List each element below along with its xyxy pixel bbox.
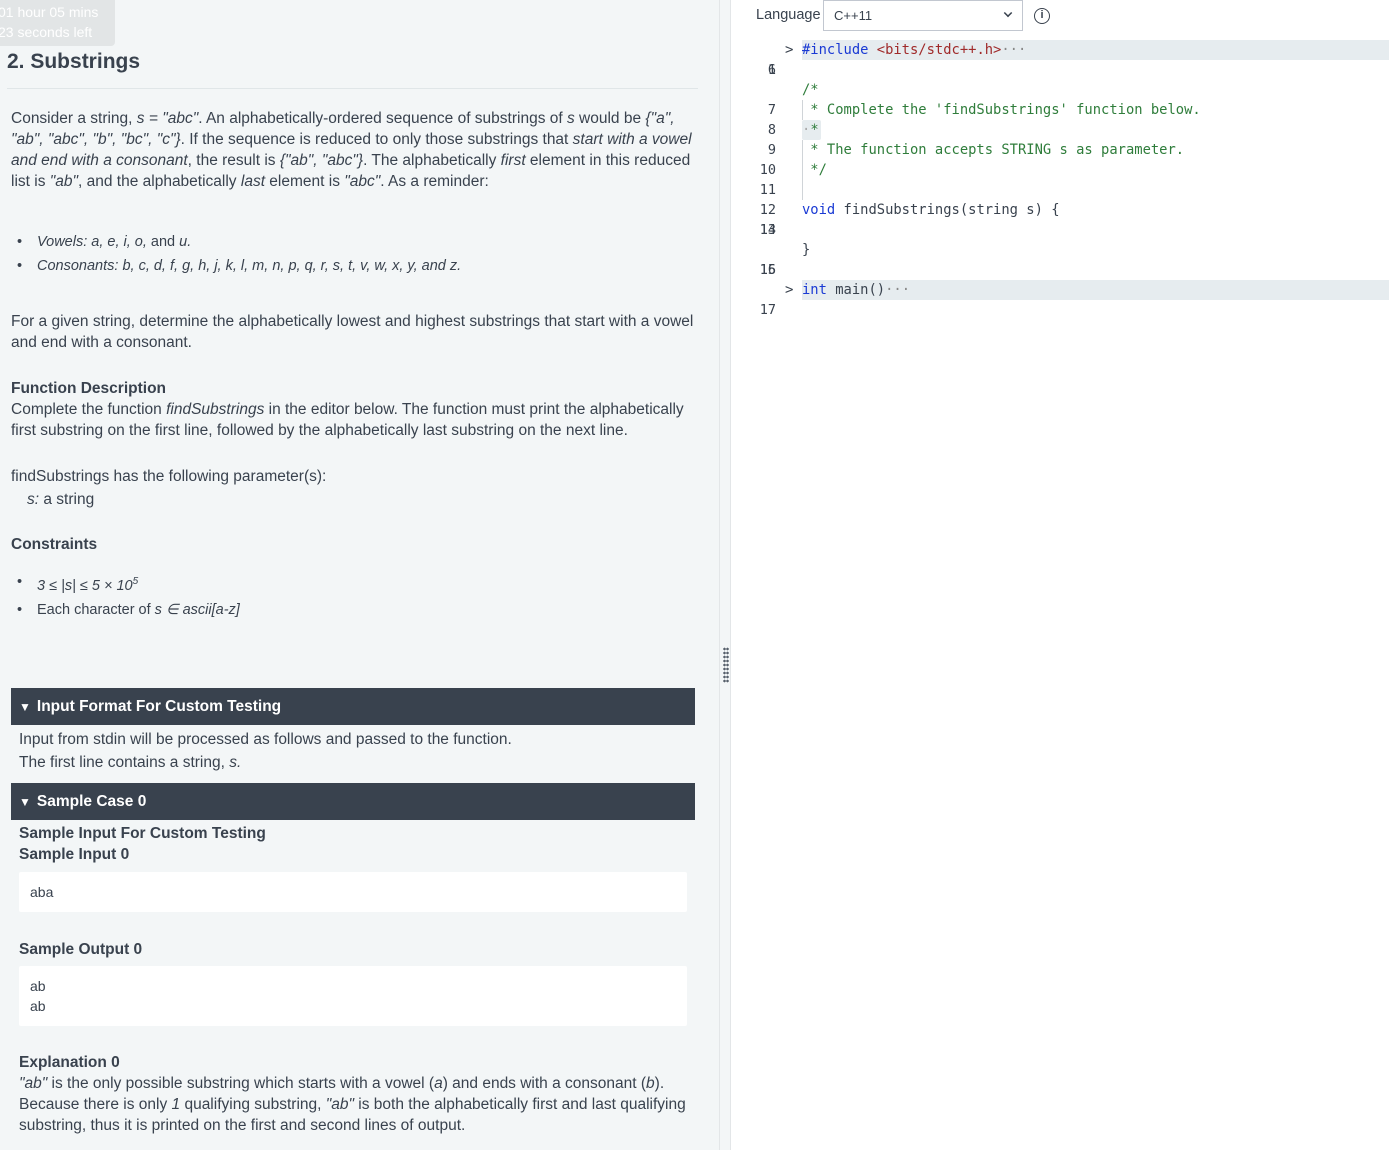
code-line: 6 [767,62,776,78]
parameters-intro: findSubstrings has the following paramet… [11,468,327,485]
function-description-text: Complete the function findSubstrings in … [11,401,684,439]
drag-grip-icon [723,647,729,683]
problem-title: 2. Substrings [7,50,141,73]
code-line: 14 [759,222,776,238]
parameter-item: s: a string [27,491,95,508]
code-line: 8 * Complete the 'findSubstrings' functi… [767,100,1201,138]
info-icon[interactable]: i [1034,8,1050,24]
reminder-list: Vowels: a, e, i, o, and u. Consonants: b… [11,230,695,278]
list-item: Vowels: a, e, i, o, and u. [11,230,695,254]
input-format-body: Input from stdin will be processed as fo… [19,731,512,771]
constraints-list: 3 ≤ |s| ≤ 5 × 105 Each character of s ∈ … [11,570,695,622]
sample-input-box: aba [19,872,687,912]
function-description-heading: Function Description [11,380,166,397]
fold-chevron-icon[interactable]: > [785,40,793,60]
fold-chevron-icon[interactable]: > [785,280,793,300]
input-format-toggle[interactable]: ▼ Input Format For Custom Testing [11,688,695,725]
problem-panel: 01 hour 05 mins 23 seconds left 2. Subst… [0,0,719,1150]
chevron-down-icon [1003,8,1013,18]
code-line: 16 [759,262,776,278]
caret-down-icon: ▼ [19,700,31,714]
list-item: Consonants: b, c, d, f, g, h, j, k, l, m… [11,254,695,278]
title-divider [7,88,698,89]
code-line: 7 /* [767,82,819,118]
language-label: Language [756,7,821,23]
caret-down-icon: ▼ [19,795,31,809]
code-editor-panel: Language C++11 i 1 > #include <bits/stdc… [731,0,1389,1150]
countdown-timer: 01 hour 05 mins 23 seconds left [0,0,115,46]
language-select[interactable]: C++11 [823,0,1023,31]
sample-input-heading: Sample Input For Custom Testing Sample I… [19,825,266,863]
code-editor[interactable]: 1 > #include <bits/stdc++.h>··· 6 7 /* 8… [731,40,1389,1150]
list-item: Each character of s ∈ ascii[a-z] [11,598,695,622]
editor-toolbar: Language C++11 i [731,0,1389,34]
sample-output-box: ab ab [19,966,687,1026]
code-line: 12 [731,180,1389,218]
code-line: 13 void findSubstrings(string s) { [759,202,1060,238]
list-item: 3 ≤ |s| ≤ 5 × 105 [11,570,695,598]
timer-line-1: 01 hour 05 mins [0,4,99,20]
code-line: 9 ·* [767,120,821,158]
constraints-heading: Constraints [11,536,98,553]
problem-description: Consider a string, s = "abc". An alphabe… [11,108,695,622]
code-line: 15 } [759,242,811,278]
code-line: 1 > #include <bits/stdc++.h>··· [731,40,1389,78]
panel-resize-handle[interactable] [719,0,731,1150]
task-paragraph: For a given string, determine the alphab… [11,313,694,351]
code-line: 11 */ [759,160,827,198]
explanation-section: Explanation 0 "ab" is the only possible … [19,1054,686,1134]
intro-paragraph: Consider a string, s = "abc". An alphabe… [11,110,692,190]
sample-case-0-toggle[interactable]: ▼ Sample Case 0 [11,783,695,820]
code-line: 10 * The function accepts STRING s as pa… [759,140,1185,178]
sample-output-heading: Sample Output 0 [19,941,143,958]
timer-line-2: 23 seconds left [0,24,93,40]
code-line: 17 > int main()··· [731,280,1389,318]
